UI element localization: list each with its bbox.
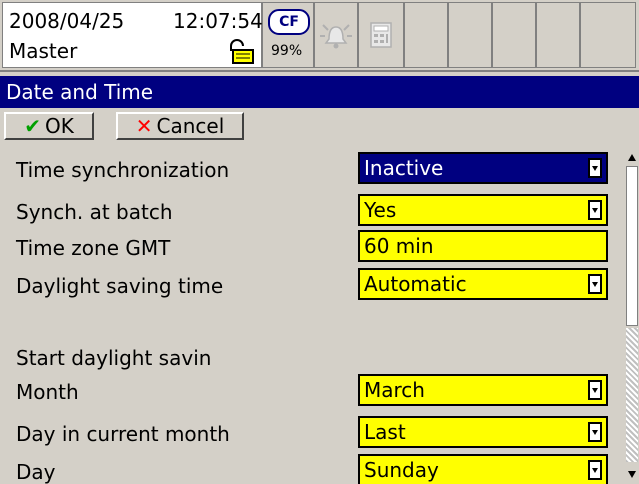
- alarm-status[interactable]: [314, 2, 358, 68]
- scrollbar-thumb[interactable]: [626, 166, 638, 326]
- day-select[interactable]: Sunday: [358, 454, 608, 484]
- scrollbar-track[interactable]: [626, 328, 638, 462]
- status-slot: [448, 2, 492, 68]
- dst-label: Daylight saving time: [16, 274, 224, 298]
- status-slot: [404, 2, 448, 68]
- month-value: March: [364, 378, 425, 402]
- day-in-month-select[interactable]: Last: [358, 416, 608, 448]
- checkmark-icon: ✔: [24, 114, 41, 138]
- cf-card-usage: 99%: [271, 43, 303, 59]
- calculator-status[interactable]: [358, 2, 404, 68]
- setting-row-day-in-month: Day in current month Last: [0, 414, 624, 454]
- dst-select[interactable]: Automatic: [358, 268, 608, 300]
- cancel-button[interactable]: ✕ Cancel: [116, 112, 244, 140]
- day-label: Day: [16, 460, 56, 484]
- cancel-button-label: Cancel: [156, 114, 225, 138]
- time-display: 12:07:54: [173, 9, 263, 33]
- ok-button[interactable]: ✔ OK: [4, 112, 94, 140]
- synch-batch-value: Yes: [364, 198, 397, 222]
- section-heading: Start daylight savin: [16, 346, 212, 370]
- day-in-month-value: Last: [364, 420, 406, 444]
- dropdown-arrow-icon[interactable]: [588, 380, 602, 400]
- status-slot: [580, 2, 636, 68]
- page-title: Date and Time: [6, 80, 154, 104]
- dropdown-arrow-icon[interactable]: [588, 200, 602, 220]
- synch-batch-label: Synch. at batch: [16, 200, 173, 224]
- cf-card-icon: CF: [268, 9, 310, 35]
- datetime-panel: 2008/04/25 12:07:54 Master: [2, 2, 263, 68]
- setting-row-synch-batch: Synch. at batch Yes: [0, 192, 624, 232]
- user-display: Master: [9, 39, 78, 63]
- dropdown-arrow-icon[interactable]: [588, 158, 602, 178]
- scroll-down-arrow-icon[interactable]: [625, 466, 639, 484]
- synch-batch-select[interactable]: Yes: [358, 194, 608, 226]
- day-value: Sunday: [364, 458, 439, 482]
- status-bar: 2008/04/25 12:07:54 Master CF 99%: [0, 0, 639, 72]
- device-screen: 2008/04/25 12:07:54 Master CF 99% Date a…: [0, 0, 639, 484]
- cf-card-status[interactable]: CF 99%: [262, 2, 314, 68]
- vertical-scrollbar[interactable]: [625, 148, 639, 484]
- time-zone-value: 60 min: [364, 234, 434, 258]
- calculator-icon: [370, 22, 392, 48]
- dropdown-arrow-icon[interactable]: [588, 274, 602, 294]
- date-display: 2008/04/25: [9, 9, 125, 33]
- setting-row-dst: Daylight saving time Automatic: [0, 266, 624, 306]
- day-in-month-label: Day in current month: [16, 422, 230, 446]
- x-mark-icon: ✕: [135, 114, 153, 138]
- dropdown-arrow-icon[interactable]: [588, 460, 602, 480]
- dst-value: Automatic: [364, 272, 467, 296]
- month-select[interactable]: March: [358, 374, 608, 406]
- setting-row-time-zone: Time zone GMT 60 min: [0, 228, 624, 268]
- setting-row-day: Day Sunday: [0, 452, 624, 484]
- time-zone-input[interactable]: 60 min: [358, 230, 608, 262]
- status-slot: [492, 2, 536, 68]
- action-bar: ✔ OK ✕ Cancel: [0, 110, 639, 144]
- settings-form: Time synchronization Inactive Synch. at …: [0, 148, 624, 484]
- time-sync-select[interactable]: Inactive: [358, 152, 608, 184]
- page-title-bar: Date and Time: [0, 76, 639, 108]
- time-zone-label: Time zone GMT: [16, 236, 171, 260]
- ok-button-label: OK: [44, 114, 74, 138]
- dropdown-arrow-icon[interactable]: [588, 422, 602, 442]
- month-label: Month: [16, 380, 79, 404]
- status-slot: [536, 2, 580, 68]
- time-sync-value: Inactive: [364, 156, 444, 180]
- setting-row-month: Month March: [0, 372, 624, 412]
- lock-icon[interactable]: [225, 39, 255, 65]
- setting-row-time-sync: Time synchronization Inactive: [0, 150, 624, 190]
- alarm-bell-icon: [320, 24, 352, 49]
- scroll-up-arrow-icon[interactable]: [625, 148, 639, 166]
- time-sync-label: Time synchronization: [16, 158, 230, 182]
